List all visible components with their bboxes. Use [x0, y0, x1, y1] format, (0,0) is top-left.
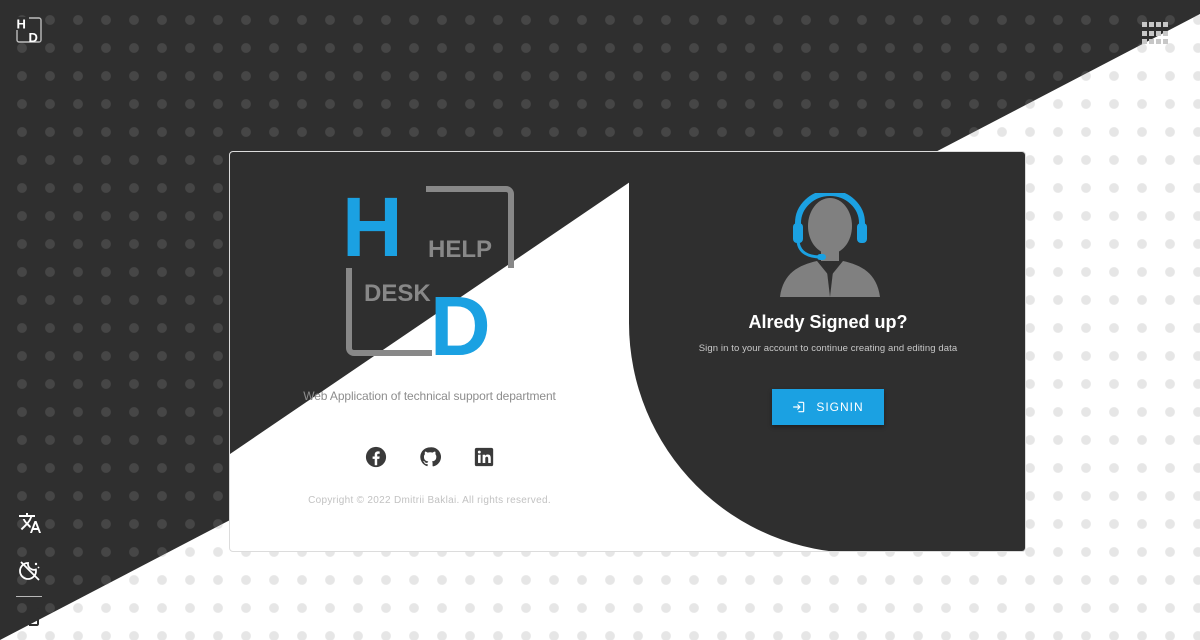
logo-desk-text: DESK: [364, 280, 431, 307]
github-icon[interactable]: [419, 446, 441, 468]
hd-logo-icon[interactable]: H D: [16, 17, 42, 45]
svg-text:H: H: [17, 17, 26, 32]
linkedin-icon[interactable]: [473, 446, 495, 468]
copyright-text: Copyright © 2022 Dmitrii Baklai. All rig…: [308, 495, 551, 506]
signin-button-label: SIGNIN: [816, 400, 864, 414]
login-icon[interactable]: [17, 604, 43, 630]
facebook-icon[interactable]: [365, 446, 387, 468]
signin-button[interactable]: SIGNIN: [772, 389, 884, 425]
social-links: [365, 446, 495, 470]
logo-letter-d: D: [430, 279, 491, 358]
signed-up-subtitle: Sign in to your account to continue crea…: [698, 343, 958, 354]
theme-toggle-icon[interactable]: [17, 558, 43, 584]
logo-help-text: HELP: [428, 236, 492, 263]
svg-text:D: D: [29, 30, 38, 43]
support-agent-icon: [775, 190, 885, 297]
login-card: H HELP DESK D Web Application of technic…: [229, 151, 1026, 552]
app-tagline: Web Application of technical support dep…: [303, 389, 556, 403]
logo-letter-h: H: [344, 186, 403, 274]
sidebar-divider: [16, 596, 42, 597]
apps-grid-icon[interactable]: [1142, 22, 1168, 46]
helpdesk-logo: H HELP DESK D: [342, 180, 516, 373]
translate-icon[interactable]: [17, 510, 43, 536]
login-icon: [793, 401, 805, 413]
signed-up-title: Alredy Signed up?: [748, 312, 908, 332]
